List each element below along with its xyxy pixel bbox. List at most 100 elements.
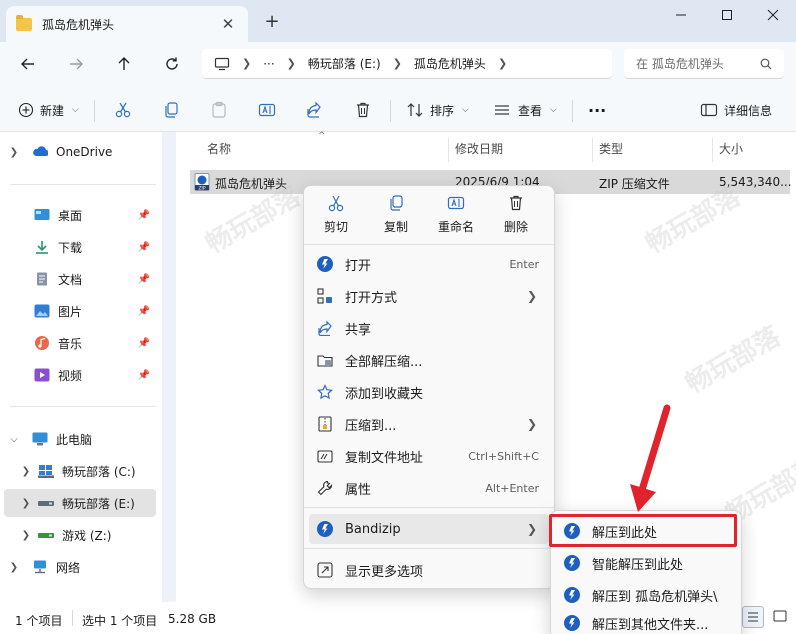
archive-icon (318, 416, 332, 432)
sidebar-item-label: 文档 (58, 272, 83, 287)
copy-path-icon (317, 450, 333, 463)
submenu-item-label: 解压到 孤岛危机弹头\ (592, 589, 718, 605)
submenu-item-extract-to-folder[interactable]: 解压到 孤岛危机弹头\ (556, 580, 736, 610)
sidebar-item-desktop[interactable]: 桌面 📌 (4, 201, 156, 229)
sidebar-item-drive-c[interactable]: ❯ 畅玩部落 (C:) (4, 457, 156, 485)
menu-item-compress[interactable]: 压缩到... ❯ (309, 409, 549, 439)
tab-close-button[interactable]: ✕ (218, 14, 238, 34)
refresh-button[interactable] (159, 52, 185, 76)
divider (10, 184, 156, 185)
arrow-right-icon (70, 58, 83, 70)
view-list-icon (495, 105, 509, 115)
sidebar-item-downloads[interactable]: 下载 📌 (4, 233, 156, 261)
submenu-item-extract-other[interactable]: 解压到其他文件夹... (556, 612, 736, 634)
menu-item-bandizip[interactable]: Bandizip ❯ (309, 514, 549, 544)
up-button[interactable] (111, 52, 137, 76)
sidebar-item-this-pc[interactable]: ⌵ 此电脑 (4, 425, 156, 453)
chevron-right-icon: ❯ (9, 561, 19, 573)
back-button[interactable] (15, 52, 41, 76)
new-button[interactable]: 新建 ⌵ (18, 96, 79, 124)
pin-icon: 📌 (137, 305, 150, 317)
sidebar-item-music[interactable]: 音乐 📌 (4, 329, 156, 357)
view-button[interactable]: 查看 ⌵ (494, 96, 557, 124)
breadcrumb-folder[interactable]: 孤岛危机弹头 (414, 55, 486, 72)
menu-item-extract-all[interactable]: 全部解压缩... (309, 345, 549, 375)
submenu-item-smart-extract[interactable]: 智能解压到此处 (556, 548, 736, 578)
share-button[interactable] (306, 96, 324, 124)
trash-icon (510, 195, 522, 211)
address-bar[interactable]: ❯ ··· ❯ 畅玩部落 (E:) ❯ 孤岛危机弹头 ❯ (202, 49, 612, 79)
context-copy-label: 复制 (383, 220, 408, 234)
sidebar-item-videos[interactable]: 视频 📌 (4, 361, 156, 389)
column-header-size[interactable]: 大小 (719, 140, 743, 157)
menu-item-label: 显示更多选项 (345, 564, 424, 580)
sidebar-item-onedrive[interactable]: ❯ OneDrive (4, 138, 156, 166)
plus-circle-icon (18, 102, 34, 118)
sort-button[interactable]: 排序 ⌵ (406, 96, 469, 124)
column-header-modified[interactable]: 修改日期 (455, 140, 503, 157)
network-icon (34, 560, 46, 574)
bandizip-icon (564, 615, 580, 631)
menu-item-properties[interactable]: 属性 Alt+Enter (309, 473, 549, 503)
menu-item-label: 压缩到... (345, 418, 397, 434)
folder-icon (16, 14, 32, 31)
computer-icon (214, 57, 230, 70)
divider (304, 244, 554, 245)
column-header-type[interactable]: 类型 (599, 140, 623, 157)
context-cut-button[interactable]: 剪切 (312, 194, 360, 240)
details-label: 详细信息 (724, 103, 773, 118)
context-rename-label: 重命名 (437, 220, 474, 234)
minimize-button[interactable] (658, 0, 704, 30)
more-options-button[interactable]: ··· (588, 96, 606, 124)
column-header-name[interactable]: 名称 (207, 140, 231, 157)
menu-item-open[interactable]: 打开 Enter (309, 249, 549, 279)
details-button[interactable]: 详细信息 (700, 96, 772, 124)
menu-item-add-favorite[interactable]: 添加到收藏夹 (309, 377, 549, 407)
divider (572, 100, 573, 122)
menu-item-show-more[interactable]: 显示更多选项 (309, 555, 549, 585)
breadcrumb-more[interactable]: ··· (263, 57, 274, 71)
new-tab-button[interactable]: + (262, 12, 282, 32)
tiles-view-button[interactable] (770, 606, 792, 628)
copy-button[interactable] (162, 96, 180, 124)
sidebar-item-documents[interactable]: 文档 📌 (4, 265, 156, 293)
breadcrumb-drive[interactable]: 畅玩部落 (E:) (308, 55, 381, 72)
tab-title: 孤岛危机弹头 (42, 17, 115, 32)
maximize-button[interactable] (704, 0, 750, 30)
paste-icon (212, 101, 226, 118)
share-icon (307, 101, 321, 118)
sidebar-item-network[interactable]: ❯ 网络 (4, 553, 156, 581)
divider (10, 406, 156, 407)
status-size: 5.28 GB (168, 612, 217, 626)
cut-button[interactable] (114, 96, 132, 124)
forward-button[interactable] (63, 52, 89, 76)
paste-button[interactable] (210, 96, 228, 124)
chevron-down-icon: ⌵ (10, 433, 18, 445)
menu-item-copy-path[interactable]: 复制文件地址 Ctrl+Shift+C (309, 441, 549, 471)
bandizip-icon (317, 256, 333, 272)
sidebar-item-drive-e[interactable]: ❯ 畅玩部落 (E:) (4, 489, 156, 517)
svg-text:ZIP: ZIP (198, 185, 205, 191)
sidebar-item-drive-z[interactable]: ❯ 游戏 (Z:) (4, 521, 156, 549)
rename-button[interactable] (258, 96, 276, 124)
minimize-icon (676, 14, 686, 16)
chevron-right-icon: ❯ (526, 417, 537, 431)
context-rename-button[interactable]: 重命名 (432, 194, 480, 240)
bandizip-icon (317, 521, 333, 537)
chevron-right-icon: ❯ (392, 57, 402, 70)
context-copy-button[interactable]: 复制 (372, 194, 420, 240)
submenu-item-label: 智能解压到此处 (592, 557, 684, 573)
computer-icon (32, 432, 48, 446)
details-view-button[interactable] (742, 606, 764, 628)
sidebar-item-pictures[interactable]: 图片 📌 (4, 297, 156, 325)
menu-item-open-with[interactable]: 打开方式 ❯ (309, 281, 549, 311)
close-window-button[interactable] (750, 0, 796, 30)
context-delete-button[interactable]: 删除 (492, 194, 540, 240)
tab-active[interactable]: 孤岛危机弹头 ✕ (6, 6, 248, 42)
search-input[interactable]: 在 孤岛危机弹头 (624, 49, 784, 79)
menu-item-share[interactable]: 共享 (309, 313, 549, 343)
pin-icon: 📌 (137, 337, 150, 349)
delete-button[interactable] (354, 96, 372, 124)
view-label: 查看 (518, 103, 543, 118)
cloud-icon (33, 146, 48, 156)
